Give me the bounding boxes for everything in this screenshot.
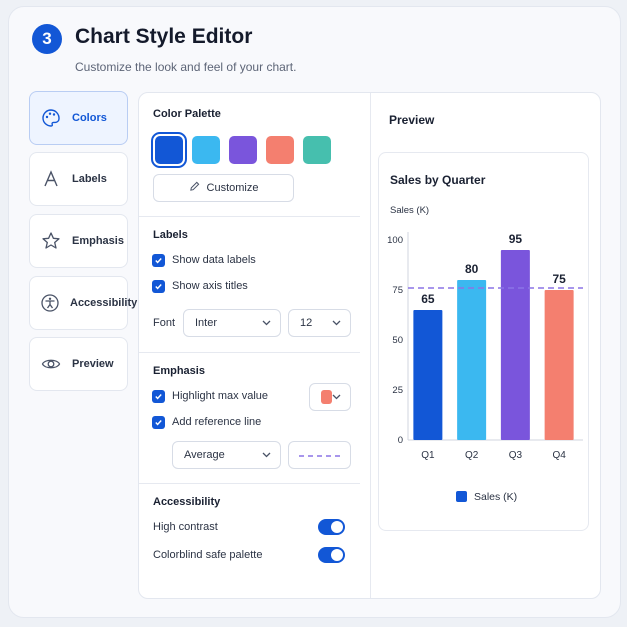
eye-icon xyxy=(40,353,62,375)
y-axis-label: Sales (K) xyxy=(390,205,429,216)
bar-q4 xyxy=(544,290,574,440)
star-icon xyxy=(40,230,62,252)
section-divider xyxy=(139,483,360,484)
data-label: 75 xyxy=(552,272,566,286)
bar-q2 xyxy=(457,280,487,440)
highlight-color-swatch xyxy=(321,390,332,404)
font-value: Inter xyxy=(195,317,218,329)
show-axis-titles-label: Show axis titles xyxy=(172,280,248,292)
swatch-purple[interactable] xyxy=(229,136,257,164)
highlight-max-label: Highlight max value xyxy=(172,390,268,402)
dashed-line-icon xyxy=(298,449,343,461)
swatch-coral[interactable] xyxy=(266,136,294,164)
show-data-labels-checkbox[interactable] xyxy=(152,254,165,267)
tab-preview[interactable]: Preview xyxy=(29,337,128,391)
font-size-value: 12 xyxy=(300,317,313,329)
high-contrast-toggle[interactable] xyxy=(318,519,345,535)
chevron-down-icon xyxy=(262,317,271,329)
x-tick-label: Q4 xyxy=(552,450,566,461)
data-label: 80 xyxy=(465,262,479,276)
preview-title: Preview xyxy=(389,113,435,127)
legend-swatch xyxy=(456,491,467,502)
toggle-knob xyxy=(331,549,343,561)
bar-chart: Sales by Quarter Sales (K) 0 25 50 75 100 65 Q1 8… xyxy=(387,173,583,503)
reference-type-value: Average xyxy=(184,449,225,461)
x-tick-label: Q3 xyxy=(509,450,523,461)
add-reference-label: Add reference line xyxy=(172,416,262,428)
show-data-labels-label: Show data labels xyxy=(172,254,256,266)
colorblind-label: Colorblind safe palette xyxy=(153,549,263,561)
tab-label: Colors xyxy=(72,112,107,124)
swatch-blue[interactable] xyxy=(151,132,187,168)
tab-colors[interactable]: Colors xyxy=(29,91,128,145)
x-tick-label: Q1 xyxy=(421,450,435,461)
tab-label: Labels xyxy=(72,173,107,185)
page-title: Chart Style Editor xyxy=(75,25,253,48)
customize-label: Customize xyxy=(206,182,259,194)
tab-label: Preview xyxy=(72,358,114,370)
chevron-down-icon xyxy=(262,449,271,461)
labels-title: Labels xyxy=(153,229,188,241)
chevron-down-icon xyxy=(332,317,341,329)
font-size-select[interactable]: 12 xyxy=(288,309,351,337)
y-tick-label: 0 xyxy=(398,435,403,446)
toggle-knob xyxy=(331,521,343,533)
accessibility-title: Accessibility xyxy=(153,496,221,508)
y-tick-label: 25 xyxy=(392,385,403,396)
panel-divider xyxy=(370,93,371,598)
customize-button[interactable]: Customize xyxy=(153,174,294,202)
tab-accessibility[interactable]: Accessibility xyxy=(29,276,137,330)
colorblind-toggle[interactable] xyxy=(318,547,345,563)
y-tick-label: 100 xyxy=(387,235,403,246)
chevron-down-icon xyxy=(332,391,341,403)
section-divider xyxy=(139,216,360,217)
palette-icon xyxy=(40,107,62,129)
tab-emphasis[interactable]: Emphasis xyxy=(29,214,128,268)
section-divider xyxy=(139,352,360,353)
bar-q1 xyxy=(413,310,443,440)
reference-type-select[interactable]: Average xyxy=(172,441,281,469)
tab-labels[interactable]: Labels xyxy=(29,152,128,206)
y-tick-label: 75 xyxy=(392,285,403,296)
emphasis-title: Emphasis xyxy=(153,365,205,377)
add-reference-checkbox[interactable] xyxy=(152,416,165,429)
line-style-select[interactable] xyxy=(288,441,351,469)
bar-q3 xyxy=(500,250,530,440)
font-select[interactable]: Inter xyxy=(183,309,281,337)
accessibility-icon xyxy=(40,292,60,314)
high-contrast-label: High contrast xyxy=(153,521,218,533)
swatch-teal[interactable] xyxy=(303,136,331,164)
tab-label: Accessibility xyxy=(70,297,138,309)
highlight-max-checkbox[interactable] xyxy=(152,390,165,403)
text-a-icon xyxy=(40,168,62,190)
pencil-icon xyxy=(189,181,200,195)
data-label: 65 xyxy=(421,292,435,306)
data-label: 95 xyxy=(509,232,523,246)
y-tick-label: 50 xyxy=(392,335,403,346)
tab-label: Emphasis xyxy=(72,235,124,247)
font-label: Font xyxy=(153,317,176,329)
show-axis-titles-checkbox[interactable] xyxy=(152,280,165,293)
highlight-color-select[interactable] xyxy=(309,383,351,411)
page-subtitle: Customize the look and feel of your char… xyxy=(75,60,297,74)
swatch-sky[interactable] xyxy=(192,136,220,164)
color-palette-title: Color Palette xyxy=(153,108,221,120)
x-tick-label: Q2 xyxy=(465,450,479,461)
chart-title: Sales by Quarter xyxy=(390,173,486,187)
step-badge: 3 xyxy=(32,24,62,54)
legend-label: Sales (K) xyxy=(474,491,517,503)
